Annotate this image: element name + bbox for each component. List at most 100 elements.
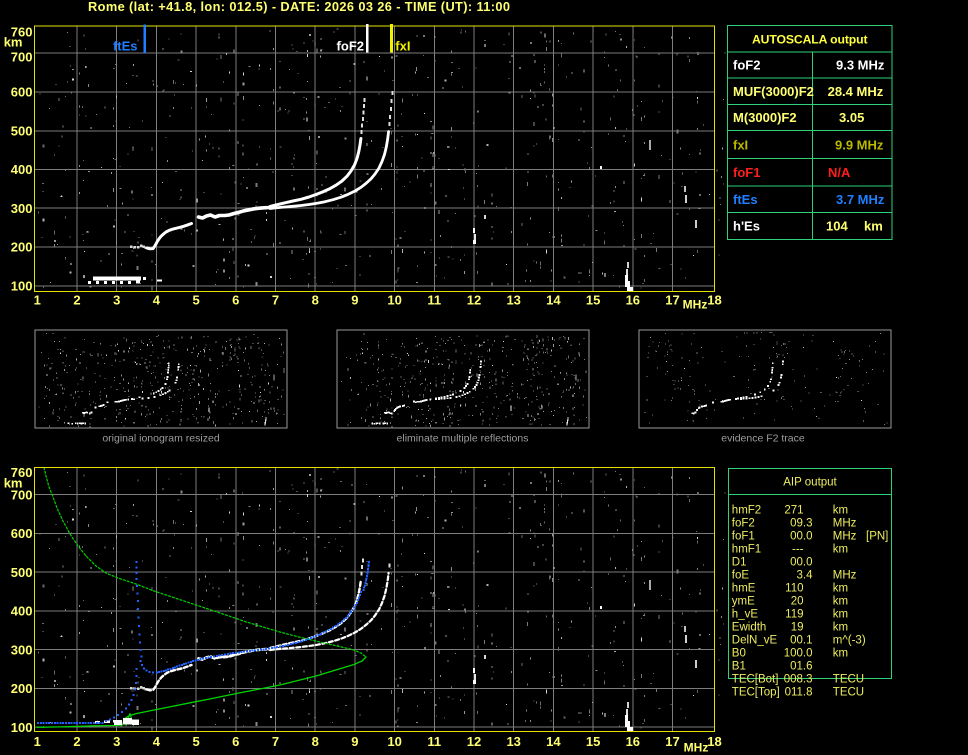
svg-text:20: 20 xyxy=(791,596,804,608)
svg-text:28.4 MHz: 28.4 MHz xyxy=(828,84,884,99)
svg-text:hmF2: hmF2 xyxy=(732,505,761,517)
svg-text:18: 18 xyxy=(707,293,721,308)
svg-text:km: km xyxy=(833,622,848,634)
svg-text:DelN_vE: DelN_vE xyxy=(732,635,778,647)
svg-text:km: km xyxy=(833,609,848,621)
svg-text:10: 10 xyxy=(387,293,401,308)
svg-text:9: 9 xyxy=(351,293,358,308)
svg-text:15: 15 xyxy=(586,734,600,749)
svg-text:3: 3 xyxy=(113,734,120,749)
svg-text:008.3: 008.3 xyxy=(784,674,813,686)
svg-text:AUTOSCALA output: AUTOSCALA output xyxy=(752,32,868,46)
svg-text:km: km xyxy=(4,35,23,50)
svg-text:09.3: 09.3 xyxy=(790,518,812,530)
svg-text:fxI: fxI xyxy=(733,137,748,152)
svg-text:m^(-3): m^(-3) xyxy=(833,635,866,647)
svg-text:00.0: 00.0 xyxy=(790,557,812,569)
svg-text:B1: B1 xyxy=(732,661,746,673)
svg-text:3.4: 3.4 xyxy=(797,570,814,582)
svg-text:---: --- xyxy=(792,544,804,556)
svg-text:Ewidth: Ewidth xyxy=(732,622,767,634)
svg-text:MHz: MHz xyxy=(683,298,708,312)
svg-text:400: 400 xyxy=(11,162,33,177)
svg-text:3.7 MHz: 3.7 MHz xyxy=(836,192,885,207)
svg-text:17: 17 xyxy=(665,734,679,749)
svg-text:00.1: 00.1 xyxy=(790,635,812,647)
svg-text:200: 200 xyxy=(11,240,33,255)
svg-text:1: 1 xyxy=(34,734,41,749)
svg-text:11: 11 xyxy=(427,734,441,749)
svg-text:14: 14 xyxy=(546,293,561,308)
svg-text:h_vE: h_vE xyxy=(732,609,759,621)
svg-text:foF2: foF2 xyxy=(733,58,760,73)
svg-text:9.9 MHz: 9.9 MHz xyxy=(835,137,884,152)
svg-text:km: km xyxy=(833,505,848,517)
svg-text:700: 700 xyxy=(11,487,33,502)
svg-text:fxI: fxI xyxy=(395,39,410,54)
svg-text:17: 17 xyxy=(665,293,679,308)
svg-text:foE: foE xyxy=(732,570,750,582)
svg-text:N/A: N/A xyxy=(828,165,851,180)
svg-text:7: 7 xyxy=(272,293,279,308)
svg-text:10: 10 xyxy=(387,734,401,749)
svg-text:8: 8 xyxy=(312,734,319,749)
svg-text:01.6: 01.6 xyxy=(790,661,812,673)
svg-text:9: 9 xyxy=(351,734,358,749)
svg-text:MHz: MHz xyxy=(833,570,857,582)
svg-text:TEC[Top]: TEC[Top] xyxy=(732,687,780,699)
svg-text:4: 4 xyxy=(153,734,161,749)
svg-text:4: 4 xyxy=(153,293,161,308)
svg-text:foF2: foF2 xyxy=(732,518,755,530)
svg-text:12: 12 xyxy=(467,293,481,308)
svg-text:MUF(3000)F2: MUF(3000)F2 xyxy=(733,84,814,99)
svg-text:700: 700 xyxy=(11,50,33,65)
svg-text:eliminate multiple reflections: eliminate multiple reflections xyxy=(397,433,529,445)
svg-text:D1: D1 xyxy=(732,557,747,569)
svg-text:Rome (lat: +41.8, lon: 012.5): Rome (lat: +41.8, lon: 012.5) - DATE: 20… xyxy=(88,0,510,14)
svg-text:M(3000)F2: M(3000)F2 xyxy=(733,110,797,125)
svg-text:19: 19 xyxy=(791,622,804,634)
svg-text:km: km xyxy=(833,596,848,608)
svg-text:5: 5 xyxy=(192,293,199,308)
svg-text:TECU: TECU xyxy=(833,687,864,699)
svg-text:13: 13 xyxy=(506,734,520,749)
svg-text:16: 16 xyxy=(626,734,640,749)
svg-text:km: km xyxy=(833,648,848,660)
svg-text:011.8: 011.8 xyxy=(785,687,813,699)
svg-text:13: 13 xyxy=(506,293,520,308)
svg-text:foF1: foF1 xyxy=(732,531,755,543)
svg-text:foF1: foF1 xyxy=(733,165,760,180)
svg-text:km: km xyxy=(833,544,848,556)
svg-text:14: 14 xyxy=(546,734,561,749)
svg-text:[PN]: [PN] xyxy=(866,531,888,543)
svg-text:100.0: 100.0 xyxy=(784,648,813,660)
svg-text:ftEs: ftEs xyxy=(733,192,758,207)
svg-text:100: 100 xyxy=(11,278,33,293)
svg-text:100: 100 xyxy=(11,720,33,735)
svg-text:200: 200 xyxy=(11,681,33,696)
svg-text:119: 119 xyxy=(785,609,803,621)
svg-text:2: 2 xyxy=(73,734,80,749)
svg-text:8: 8 xyxy=(312,293,319,308)
svg-text:hmF1: hmF1 xyxy=(732,544,761,556)
svg-text:300: 300 xyxy=(11,642,33,657)
svg-text:104: 104 xyxy=(826,219,848,234)
svg-text:11: 11 xyxy=(427,293,441,308)
svg-text:foF2: foF2 xyxy=(337,39,364,54)
svg-text:3: 3 xyxy=(113,293,120,308)
svg-text:271: 271 xyxy=(784,505,803,517)
svg-text:original ionogram resized: original ionogram resized xyxy=(102,433,219,445)
svg-text:TECU: TECU xyxy=(833,674,864,686)
svg-text:MHz: MHz xyxy=(684,741,709,755)
svg-text:MHz: MHz xyxy=(833,518,857,530)
svg-text:300: 300 xyxy=(11,201,33,216)
svg-text:600: 600 xyxy=(11,526,33,541)
svg-text:5: 5 xyxy=(192,734,199,749)
svg-text:6: 6 xyxy=(232,293,239,308)
svg-text:00.0: 00.0 xyxy=(790,531,812,543)
svg-text:500: 500 xyxy=(11,565,33,580)
svg-text:ymE: ymE xyxy=(732,596,755,608)
svg-text:15: 15 xyxy=(586,293,600,308)
svg-text:600: 600 xyxy=(11,85,33,100)
svg-text:12: 12 xyxy=(467,734,481,749)
